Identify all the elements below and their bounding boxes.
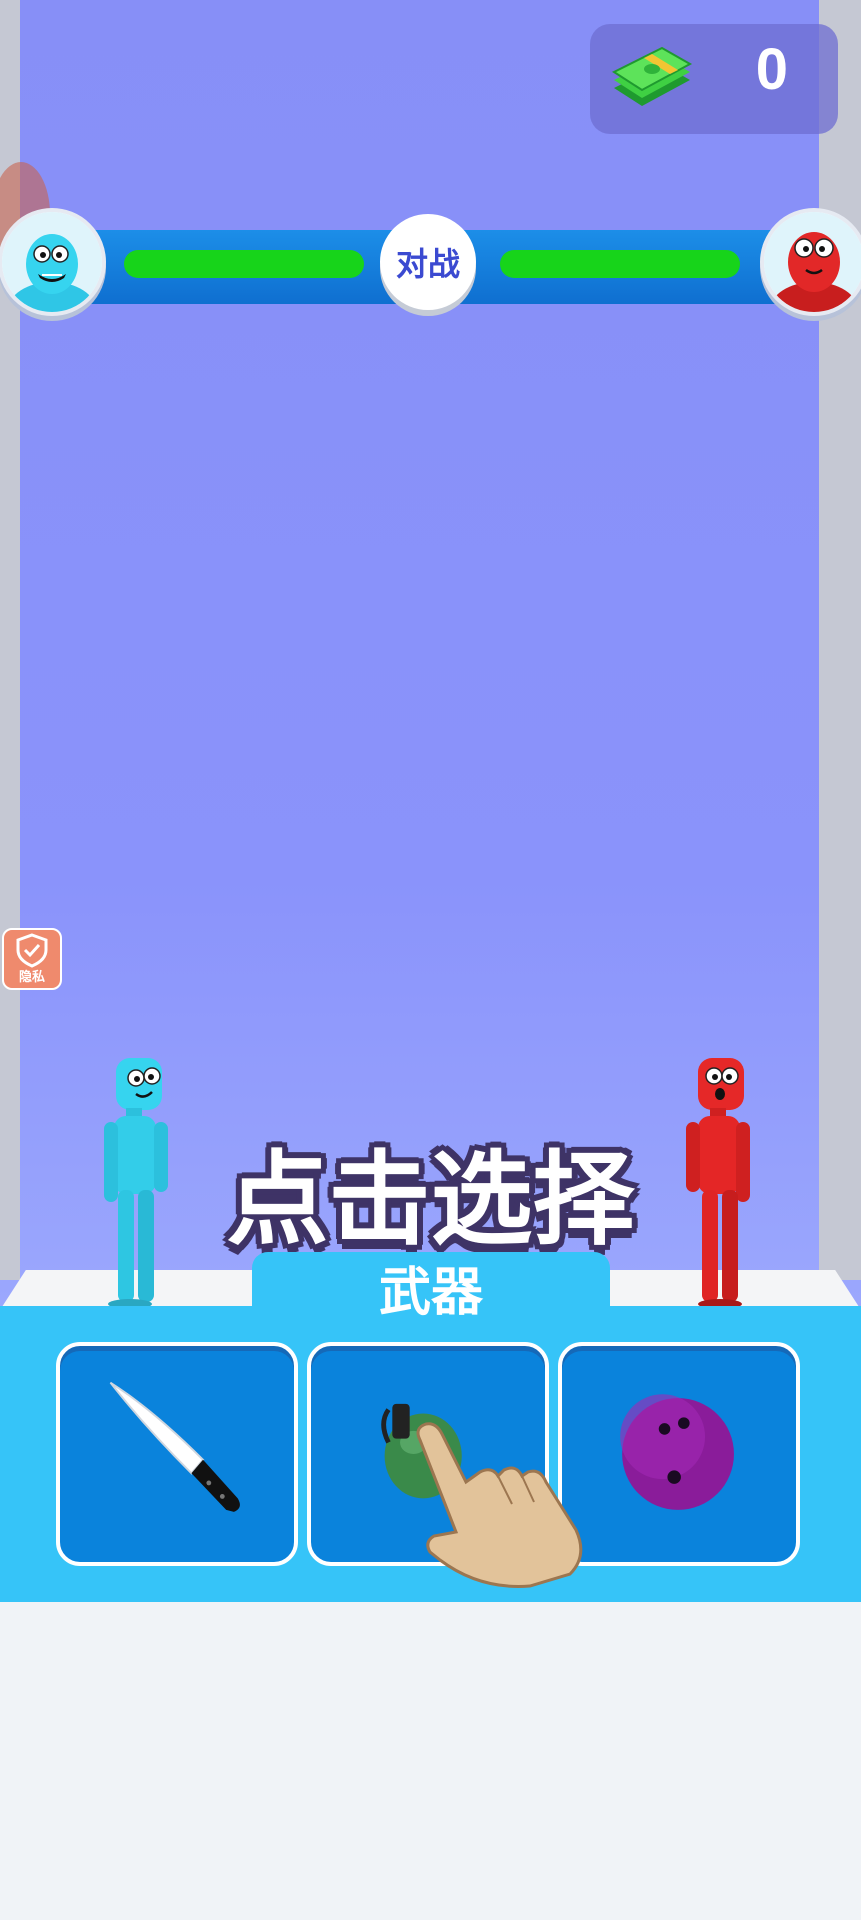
tutorial-hand-icon [416, 1422, 583, 1588]
money-count: 0 [755, 37, 788, 102]
money-counter: 0 [590, 24, 838, 134]
arena-wall-right [819, 0, 861, 1280]
red-character-face-icon [764, 212, 861, 312]
player-health-bar [124, 250, 364, 278]
versus-bar: 对战 [0, 208, 861, 316]
enemy-avatar [760, 208, 861, 316]
weapon-slot-knife[interactable] [56, 1342, 298, 1566]
player-avatar [0, 208, 106, 316]
shield-check-icon [16, 933, 48, 968]
versus-badge: 对战 [380, 214, 476, 310]
privacy-label: 隐私 [18, 970, 45, 985]
cash-stack-icon [611, 46, 693, 106]
weapon-panel-tab: 武器 [252, 1252, 610, 1323]
privacy-button[interactable]: 隐私 [2, 928, 62, 990]
blue-character-face-icon [2, 212, 102, 312]
enemy-health-bar [500, 250, 740, 278]
knife-icon [109, 1381, 240, 1512]
tap-to-select-prompt: 点击选择 [226, 1141, 635, 1260]
weapon-panel-title: 武器 [378, 1262, 483, 1323]
versus-label: 对战 [395, 245, 460, 283]
